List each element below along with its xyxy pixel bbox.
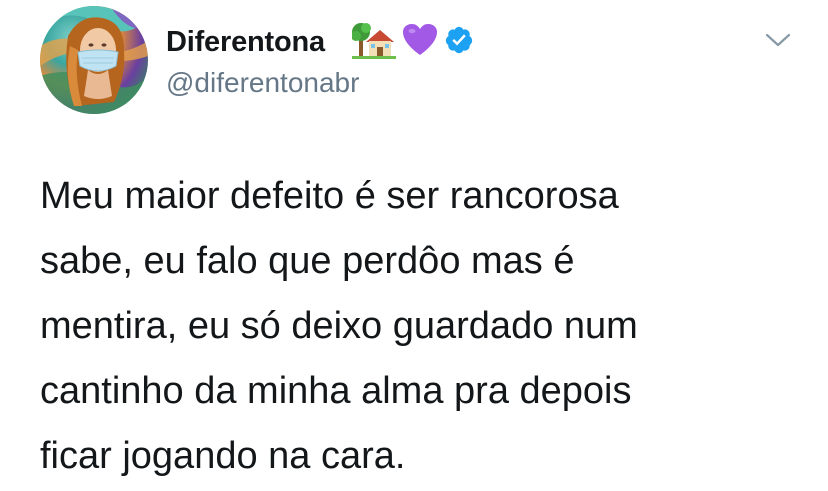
tweet-text: Meu maior defeito é ser rancorosa sabe, … xyxy=(40,164,800,489)
avatar[interactable] xyxy=(40,6,148,114)
tweet-text-line: Meu maior defeito é ser rancorosa xyxy=(40,175,619,217)
name-icons xyxy=(352,20,474,60)
purple-heart-icon xyxy=(403,24,437,55)
avatar-image xyxy=(40,6,148,114)
house-with-tree-icon xyxy=(352,23,396,59)
display-name[interactable]: Diferentona xyxy=(166,24,325,60)
tweet-text-line: ficar jogando na cara. xyxy=(40,435,406,477)
tweet-card: Diferentona @diferentonabr Meu maior def… xyxy=(0,0,828,491)
verified-badge-icon xyxy=(445,26,473,54)
chevron-down-icon[interactable] xyxy=(764,28,792,52)
user-handle[interactable]: @diferentonabr xyxy=(166,66,359,100)
tweet-text-line: sabe, eu falo que perdôo mas é xyxy=(40,240,575,282)
tweet-text-line: cantinho da minha alma pra depois xyxy=(40,370,632,412)
tweet-text-line: mentira, eu só deixo guardado num xyxy=(40,305,638,347)
